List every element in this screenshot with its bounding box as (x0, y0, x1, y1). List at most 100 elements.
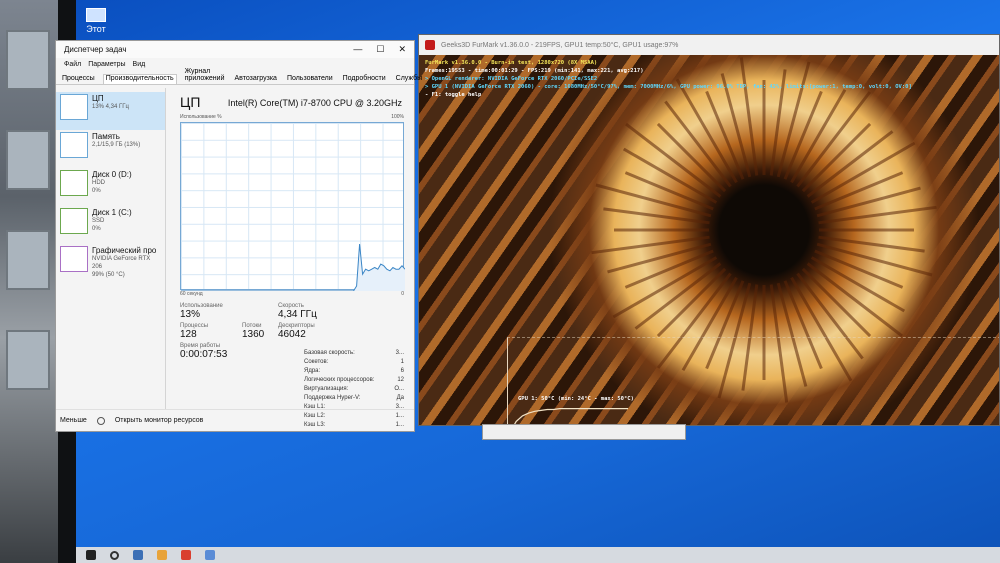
minimize-icon[interactable]: — (353, 44, 362, 55)
spec-row: Виртуализация: О... (304, 386, 404, 395)
tab-startup[interactable]: Автозагрузка (232, 75, 278, 84)
resource-monitor-icon (96, 416, 105, 425)
usage-value: 13% (180, 309, 201, 320)
task-manager-titlebar[interactable]: Диспетчер задач — ☐ ✕ (56, 41, 414, 58)
tab-strip: Процессы Производительность Журнал прило… (56, 68, 422, 85)
handles-value: 46042 (278, 329, 306, 340)
furmark-render-scene: GPU 1: 50°C (min: 24°C - max: 50°C) (419, 55, 999, 425)
menu-bar: Файл Параметры Вид (56, 58, 414, 71)
open-resource-monitor-link[interactable]: Открыть монитор ресурсов (115, 417, 204, 424)
sidebar-item-cpu[interactable]: ЦП 13% 4,34 ГГц (56, 92, 165, 130)
desktop-icon-label: Этот (86, 24, 106, 34)
processes-value: 128 (180, 329, 197, 340)
speed-value: 4,34 ГГц (278, 309, 317, 320)
maximize-icon[interactable]: ☐ (376, 44, 384, 55)
menu-options[interactable]: Параметры (88, 61, 125, 68)
sidebar-item-title: Память (92, 132, 120, 141)
tab-services[interactable]: Службы (394, 75, 425, 84)
tab-app-history[interactable]: Журнал приложений (183, 68, 227, 84)
search-icon[interactable] (110, 550, 119, 560)
start-icon[interactable] (86, 550, 96, 560)
hud-line: > GPU 1 (NVIDIA GeForce RTX 2060) - core… (425, 84, 912, 90)
sidebar-item-memory[interactable]: Память 2,1/15,9 ГБ (13%) (56, 130, 165, 168)
spec-value: 3... (395, 350, 404, 356)
spec-value: Да (396, 395, 404, 401)
taskbar (76, 547, 1000, 563)
sidebar-item-detail: SSD (92, 218, 105, 224)
spec-row: Сокетов: 1 (304, 359, 404, 368)
hud-line: Frames:19553 - time:00:01:29 - FPS:219 (… (425, 68, 644, 74)
iris-streak (796, 91, 872, 188)
cpu-model: Intel(R) Core(TM) i7-8700 CPU @ 3.20GHz (227, 98, 402, 108)
sidebar-item-title: Графический про (92, 246, 157, 255)
furmark-taskbar-icon[interactable] (181, 550, 191, 560)
sidebar-item-percent: 0% (92, 188, 101, 194)
tab-processes[interactable]: Процессы (60, 75, 97, 84)
fewer-details-button[interactable]: Меньше (60, 417, 87, 424)
cpu-usage-line (181, 243, 405, 291)
hud-line: FurMark v1.36.0.0 - Burn-in test, 1280x7… (425, 60, 598, 66)
graph-caption: Использование % (180, 114, 222, 120)
this-pc-desktop-icon[interactable]: Этот (76, 0, 116, 34)
threads-value: 1360 (242, 329, 265, 340)
sidebar-item-title: Диск 1 (C:) (92, 208, 132, 217)
task-manager-title: Диспетчер задач (64, 45, 127, 54)
task-manager-footer: Меньше Открыть монитор ресурсов (56, 409, 414, 431)
tab-details[interactable]: Подробности (341, 75, 388, 84)
spec-value: О... (394, 386, 404, 392)
spec-row: Поддержка Hyper-V: Да (304, 395, 404, 404)
uptime-value: 0:00:07:53 (180, 349, 228, 360)
folder-icon[interactable] (157, 550, 167, 560)
window-pane (6, 230, 50, 290)
window-pane (6, 330, 50, 390)
furmark-app-icon (425, 40, 435, 50)
performance-sidebar: ЦП 13% 4,34 ГГц Память 2,1/15,9 ГБ (13%)… (56, 88, 166, 409)
spec-label: Поддержка Hyper-V: (304, 395, 361, 401)
sidebar-item-disk-0[interactable]: Диск 0 (D:) HDD 0% (56, 168, 165, 206)
menu-file[interactable]: Файл (64, 61, 81, 68)
sidebar-item-detail: 13% 4,34 ГГц (92, 104, 129, 110)
furmark-window[interactable]: Geeks3D FurMark v1.36.0.0 - 219FPS, GPU1… (418, 34, 1000, 426)
graph-min-label: 0 (401, 291, 404, 297)
window-pane (6, 30, 50, 90)
sidebar-item-gpu[interactable]: Графический про NVIDIA GeForce RTX 206 9… (56, 244, 165, 282)
task-manager-window[interactable]: Диспетчер задач — ☐ ✕ Файл Параметры Вид… (55, 40, 422, 432)
tab-users[interactable]: Пользователи (285, 75, 335, 84)
hud-line: - F1: toggle help (425, 92, 482, 98)
room-background (0, 0, 62, 563)
spec-row: Логических процессоров: 12 (304, 377, 404, 386)
spec-label: Виртуализация: (304, 386, 349, 392)
spec-label: Ядра: (304, 368, 321, 374)
memory-graph-icon (60, 132, 88, 158)
sidebar-item-title: ЦП (92, 94, 104, 103)
cpu-graph-icon (60, 94, 88, 120)
taskbar-app-icon[interactable] (133, 550, 143, 560)
background-window-edge (482, 424, 686, 440)
menu-view[interactable]: Вид (133, 61, 146, 68)
close-icon[interactable]: ✕ (398, 44, 406, 55)
spec-label: Базовая скорость: (304, 350, 355, 356)
sidebar-item-percent: 0% (92, 226, 101, 232)
tab-performance[interactable]: Производительность (102, 74, 177, 84)
spec-label: Сокетов: (304, 359, 329, 365)
sidebar-item-disk-1[interactable]: Диск 1 (C:) SSD 0% (56, 206, 165, 244)
iris-streak (806, 262, 903, 338)
furmark-titlebar[interactable]: Geeks3D FurMark v1.36.0.0 - 219FPS, GPU1… (419, 35, 999, 55)
spec-label: Логических процессоров: (304, 377, 375, 383)
hud-line: > OpenGL renderer: NVIDIA GeForce RTX 20… (425, 76, 598, 82)
gpu-temp-curve (513, 408, 628, 425)
graph-time-label: 60 секунд (180, 291, 203, 297)
spec-row: Базовая скорость: 3... (304, 350, 404, 359)
cpu-detail-panel: ЦП Intel(R) Core(TM) i7-8700 CPU @ 3.20G… (166, 88, 414, 428)
sidebar-item-percent: 99% (50 °C) (92, 272, 125, 278)
taskbar-app-icon[interactable] (205, 550, 215, 560)
furmark-hud: FurMark v1.36.0.0 - Burn-in test, 1280x7… (425, 59, 912, 99)
gpu-graph-icon (60, 246, 88, 272)
sidebar-item-detail: HDD (92, 180, 105, 186)
sidebar-item-title: Диск 0 (D:) (92, 170, 132, 179)
disk-graph-icon (60, 208, 88, 234)
furmark-title: Geeks3D FurMark v1.36.0.0 - 219FPS, GPU1… (441, 41, 679, 49)
iris-streak (625, 122, 722, 198)
window-pane (6, 130, 50, 190)
spec-row: Ядра: 6 (304, 368, 404, 377)
